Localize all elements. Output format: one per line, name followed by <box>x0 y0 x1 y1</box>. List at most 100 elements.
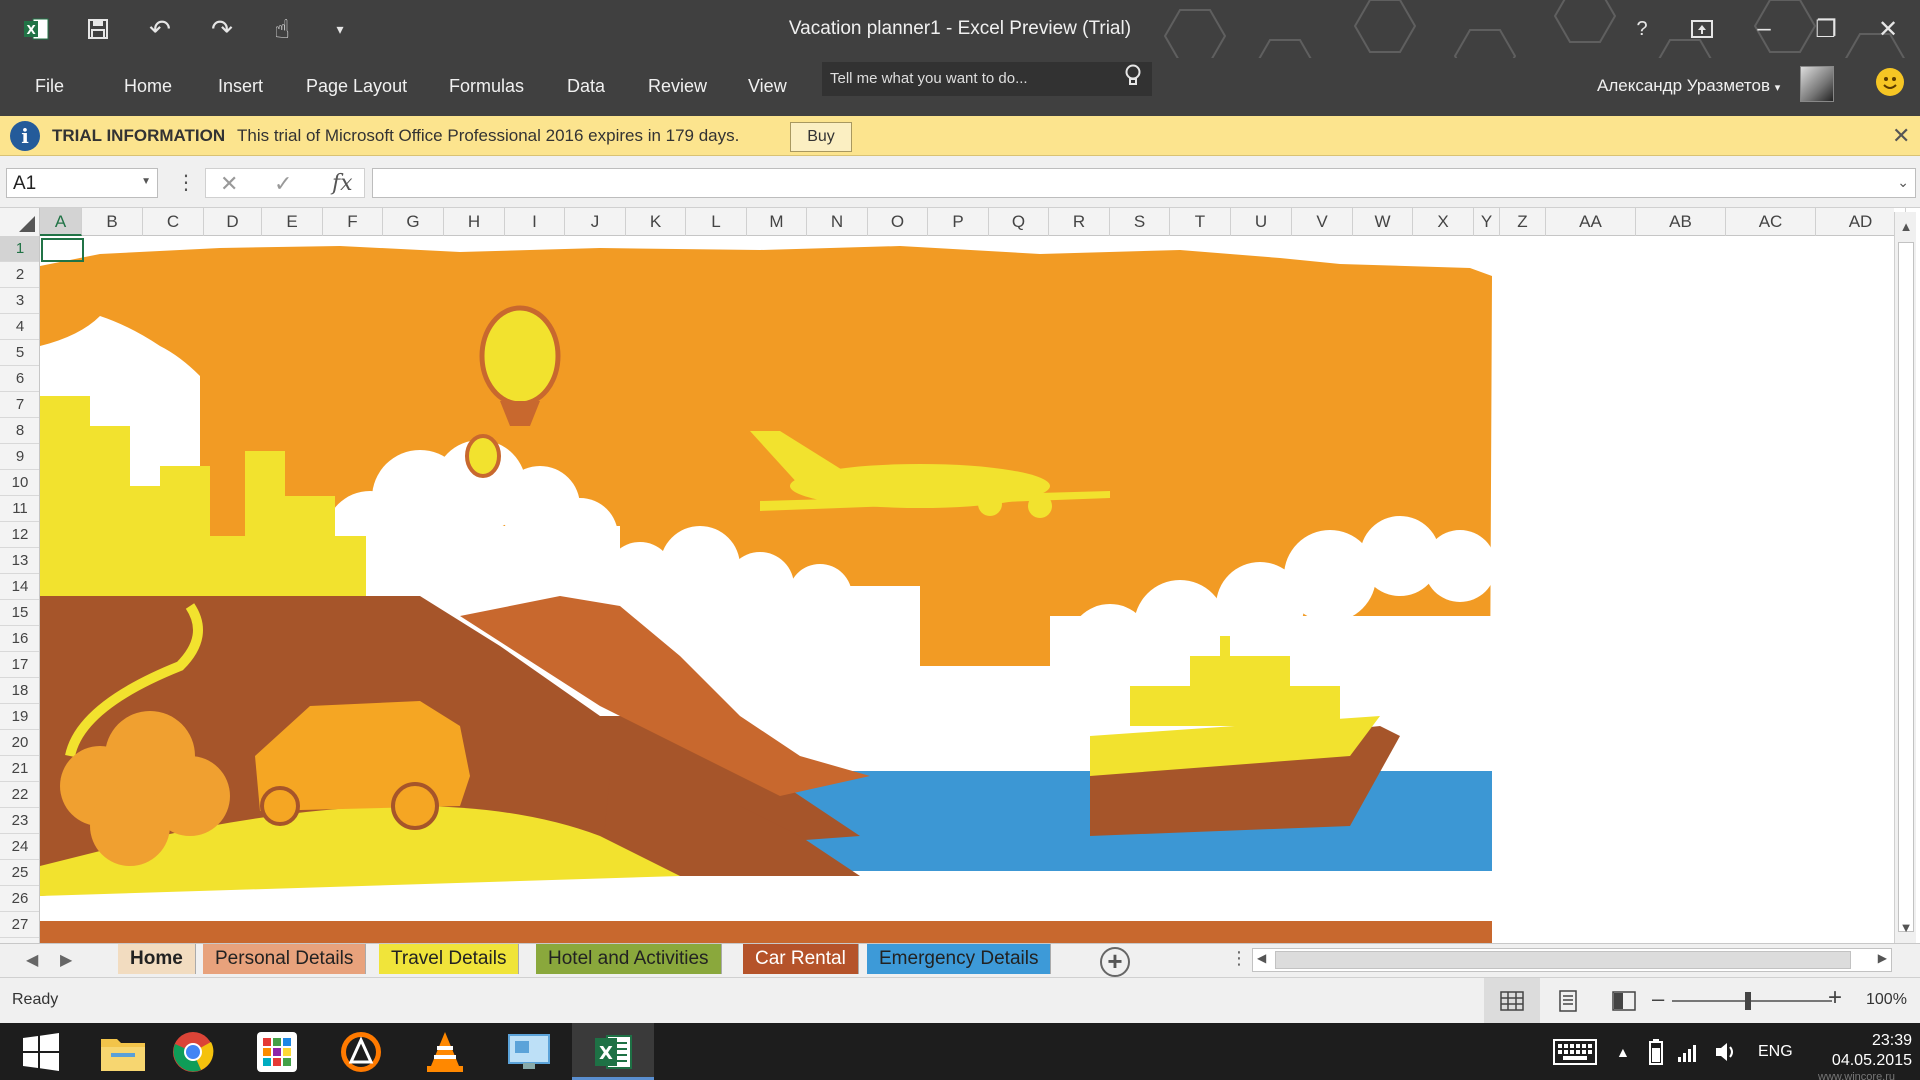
cancel-icon[interactable]: ✕ <box>220 171 238 197</box>
column-header-z[interactable]: Z <box>1500 208 1546 236</box>
column-header-q[interactable]: Q <box>989 208 1049 236</box>
tell-me-input[interactable]: Tell me what you want to do... <box>822 62 1152 96</box>
ribbon-display-icon[interactable] <box>1674 8 1730 50</box>
vlc-icon[interactable] <box>404 1023 486 1080</box>
add-sheet-icon[interactable]: + <box>1100 947 1130 977</box>
enter-icon[interactable]: ✓ <box>274 171 292 197</box>
row-header-22[interactable]: 22 <box>0 782 39 808</box>
close-icon[interactable]: ✕ <box>1860 8 1916 50</box>
row-header-18[interactable]: 18 <box>0 678 39 704</box>
page-break-view-icon[interactable] <box>1596 978 1652 1024</box>
sheet-tab-personal-details[interactable]: Personal Details <box>203 944 367 974</box>
tab-scroll-left-icon[interactable]: ◀ <box>26 950 38 970</box>
column-header-a[interactable]: A <box>40 208 82 236</box>
column-header-f[interactable]: F <box>323 208 383 236</box>
zoom-level[interactable]: 100% <box>1866 991 1907 1009</box>
zoom-in-icon[interactable]: + <box>1828 984 1842 1012</box>
column-header-aa[interactable]: AA <box>1546 208 1636 236</box>
tab-scroll-right-icon[interactable]: ▶ <box>60 950 72 970</box>
row-header-5[interactable]: 5 <box>0 340 39 366</box>
row-header-6[interactable]: 6 <box>0 366 39 392</box>
normal-view-icon[interactable] <box>1484 978 1540 1024</box>
scroll-down-icon[interactable]: ▼ <box>1895 917 1917 939</box>
network-signal-icon[interactable] <box>1678 1023 1700 1080</box>
row-header-7[interactable]: 7 <box>0 392 39 418</box>
tab-file[interactable]: File <box>35 76 64 97</box>
column-header-t[interactable]: T <box>1170 208 1231 236</box>
show-hidden-icons-icon[interactable]: ▲ <box>1616 1023 1630 1080</box>
input-language[interactable]: ENG <box>1758 1023 1793 1080</box>
windows-start-icon[interactable] <box>0 1023 82 1080</box>
row-header-23[interactable]: 23 <box>0 808 39 834</box>
column-header-n[interactable]: N <box>807 208 868 236</box>
column-header-s[interactable]: S <box>1110 208 1170 236</box>
name-box[interactable]: A1 ▼ <box>6 168 158 198</box>
column-header-g[interactable]: G <box>383 208 444 236</box>
column-header-k[interactable]: K <box>626 208 686 236</box>
sheet-tab-travel-details[interactable]: Travel Details <box>379 944 520 974</box>
battery-icon[interactable] <box>1644 1023 1668 1080</box>
column-header-e[interactable]: E <box>262 208 323 236</box>
column-header-d[interactable]: D <box>204 208 262 236</box>
row-header-17[interactable]: 17 <box>0 652 39 678</box>
row-header-26[interactable]: 26 <box>0 886 39 912</box>
column-header-u[interactable]: U <box>1231 208 1292 236</box>
formula-input[interactable]: ⌄ <box>372 168 1916 198</box>
column-header-y[interactable]: Y <box>1474 208 1500 236</box>
active-cell-a1[interactable] <box>41 238 84 262</box>
row-header-14[interactable]: 14 <box>0 574 39 600</box>
chevron-down-icon[interactable]: ▼ <box>141 176 151 187</box>
app-grid-icon[interactable] <box>236 1023 318 1080</box>
tab-insert[interactable]: Insert <box>218 76 263 97</box>
row-header-13[interactable]: 13 <box>0 548 39 574</box>
remote-desktop-icon[interactable] <box>488 1023 570 1080</box>
tab-formulas[interactable]: Formulas <box>449 76 524 97</box>
buy-button[interactable]: Buy <box>790 122 852 152</box>
zoom-slider-track[interactable] <box>1672 1000 1832 1002</box>
tab-page-layout[interactable]: Page Layout <box>306 76 407 97</box>
column-header-j[interactable]: J <box>565 208 626 236</box>
column-header-h[interactable]: H <box>444 208 505 236</box>
row-header-8[interactable]: 8 <box>0 418 39 444</box>
column-header-o[interactable]: O <box>868 208 928 236</box>
row-header-24[interactable]: 24 <box>0 834 39 860</box>
page-layout-view-icon[interactable] <box>1540 978 1596 1024</box>
tab-data[interactable]: Data <box>567 76 605 97</box>
worksheet-area[interactable] <box>40 236 1894 943</box>
row-header-10[interactable]: 10 <box>0 470 39 496</box>
system-clock[interactable]: 23:39 04.05.2015 <box>1812 1031 1912 1071</box>
row-header-21[interactable]: 21 <box>0 756 39 782</box>
row-header-16[interactable]: 16 <box>0 626 39 652</box>
column-header-w[interactable]: W <box>1353 208 1413 236</box>
row-header-15[interactable]: 15 <box>0 600 39 626</box>
zoom-out-icon[interactable]: – <box>1652 986 1664 1012</box>
vertical-scroll-thumb[interactable] <box>1898 242 1914 932</box>
zoom-slider-thumb[interactable] <box>1745 992 1751 1010</box>
user-name[interactable]: Александр Уразметов ▾ <box>1597 76 1780 96</box>
column-header-l[interactable]: L <box>686 208 747 236</box>
column-header-ab[interactable]: AB <box>1636 208 1726 236</box>
column-header-v[interactable]: V <box>1292 208 1353 236</box>
row-header-4[interactable]: 4 <box>0 314 39 340</box>
close-message-icon[interactable]: ✕ <box>1892 123 1910 149</box>
minimize-icon[interactable]: – <box>1736 8 1792 50</box>
horizontal-scrollbar[interactable]: ◀ ▶ <box>1252 948 1892 972</box>
chrome-icon[interactable] <box>152 1023 234 1080</box>
smiley-feedback-icon[interactable] <box>1876 68 1904 96</box>
column-header-c[interactable]: C <box>143 208 204 236</box>
column-header-x[interactable]: X <box>1413 208 1474 236</box>
scroll-right-icon[interactable]: ▶ <box>1878 951 1887 965</box>
restore-icon[interactable]: ❐ <box>1798 8 1854 50</box>
horizontal-scroll-thumb[interactable] <box>1275 951 1851 969</box>
tab-home[interactable]: Home <box>124 76 172 97</box>
tab-split-handle-icon[interactable]: ⋮ <box>1230 948 1248 969</box>
row-header-11[interactable]: 11 <box>0 496 39 522</box>
tab-view[interactable]: View <box>748 76 787 97</box>
keyboard-icon[interactable] <box>1553 1023 1597 1080</box>
row-header-12[interactable]: 12 <box>0 522 39 548</box>
sheet-tab-emergency-details[interactable]: Emergency Details <box>867 944 1052 974</box>
column-header-ac[interactable]: AC <box>1726 208 1816 236</box>
sheet-tab-hotel-and-activities[interactable]: Hotel and Activities <box>536 944 722 974</box>
column-header-ad[interactable]: AD <box>1816 208 1906 236</box>
sheet-tab-home[interactable]: Home <box>118 944 196 974</box>
